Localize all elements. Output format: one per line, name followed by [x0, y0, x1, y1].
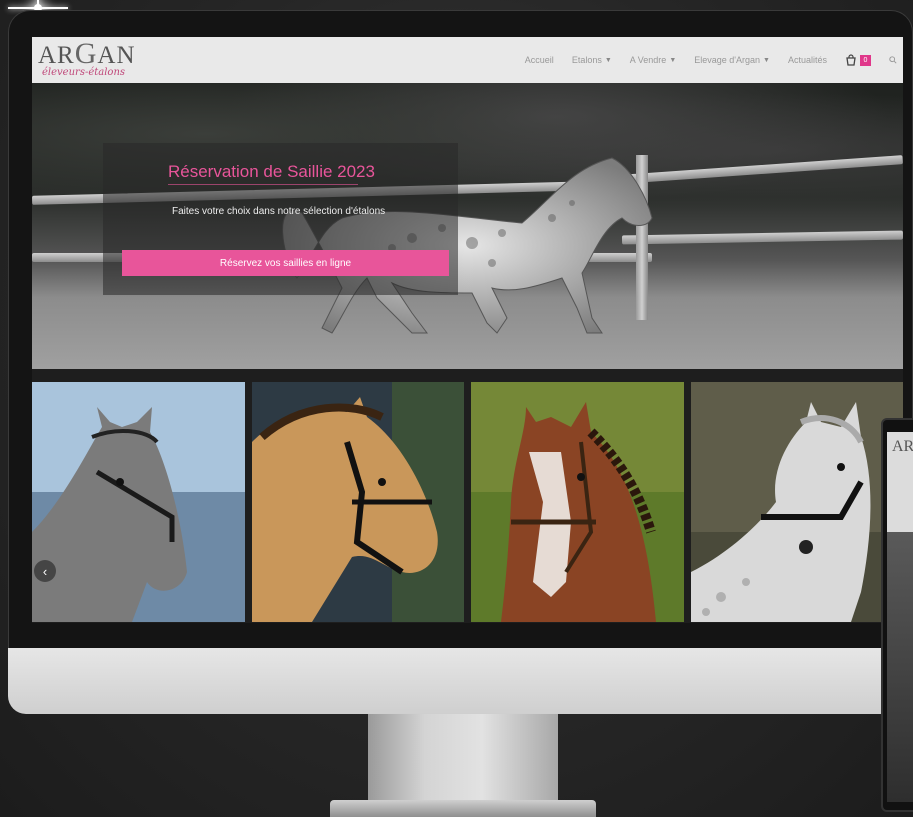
secondary-device: AR [881, 418, 913, 812]
stallion-carousel [32, 382, 903, 623]
horse-photo [32, 382, 245, 622]
book-online-button[interactable]: Réservez vos saillies en ligne [122, 250, 449, 276]
hero-subtitle: Faites votre choix dans notre sélection … [172, 206, 386, 217]
hero-divider [168, 184, 358, 185]
chevron-down-icon: ▼ [763, 56, 770, 64]
hero-banner: Réservation de Saillie 2023 Faites votre… [32, 83, 903, 369]
monitor-chin [8, 648, 913, 714]
cart-count-badge: 0 [860, 54, 871, 66]
cart-button[interactable]: 0 [845, 54, 871, 66]
horse-photo [252, 382, 464, 622]
nav-item-actualites[interactable]: Actualités [788, 55, 827, 65]
nav-item-accueil[interactable]: Accueil [525, 55, 554, 65]
carousel-tile[interactable] [471, 382, 684, 622]
horse-photo [471, 382, 684, 622]
nav-item-etalons[interactable]: Etalons ▼ [572, 55, 612, 65]
secondary-logo: AR [892, 438, 913, 455]
monitor-stand-base [330, 800, 596, 817]
nav-item-a-vendre[interactable]: A Vendre ▼ [630, 55, 676, 65]
bag-icon [846, 54, 856, 66]
carousel-tile[interactable] [252, 382, 464, 622]
monitor-stand [368, 714, 558, 802]
chevron-down-icon: ▼ [669, 56, 677, 64]
carousel-tile[interactable] [691, 382, 903, 622]
site-logo[interactable]: ARGAN éleveurs-étalons [38, 37, 153, 81]
hero-title: Réservation de Saillie 2023 [168, 162, 375, 181]
chevron-left-icon: ‹ [42, 563, 48, 579]
site-header: ARGAN éleveurs-étalons Accueil Etalons ▼ … [32, 37, 903, 83]
website-screen: ARGAN éleveurs-étalons Accueil Etalons ▼ … [32, 37, 903, 623]
horse-photo [691, 382, 903, 622]
search-icon[interactable] [889, 56, 897, 64]
secondary-hero-image [887, 532, 913, 802]
logo-wordmark: ARGAN [38, 37, 136, 70]
carousel-tile[interactable] [32, 382, 245, 622]
main-nav: Accueil Etalons ▼ A Vendre ▼ Elevage d'Arg… [525, 37, 897, 83]
secondary-device-screen: AR [887, 432, 913, 802]
carousel-prev-button[interactable]: ‹ [34, 560, 56, 582]
nav-item-elevage[interactable]: Elevage d'Argan ▼ [694, 55, 770, 65]
chevron-down-icon: ▼ [604, 56, 612, 64]
logo-tagline: éleveurs-étalons [42, 67, 126, 78]
